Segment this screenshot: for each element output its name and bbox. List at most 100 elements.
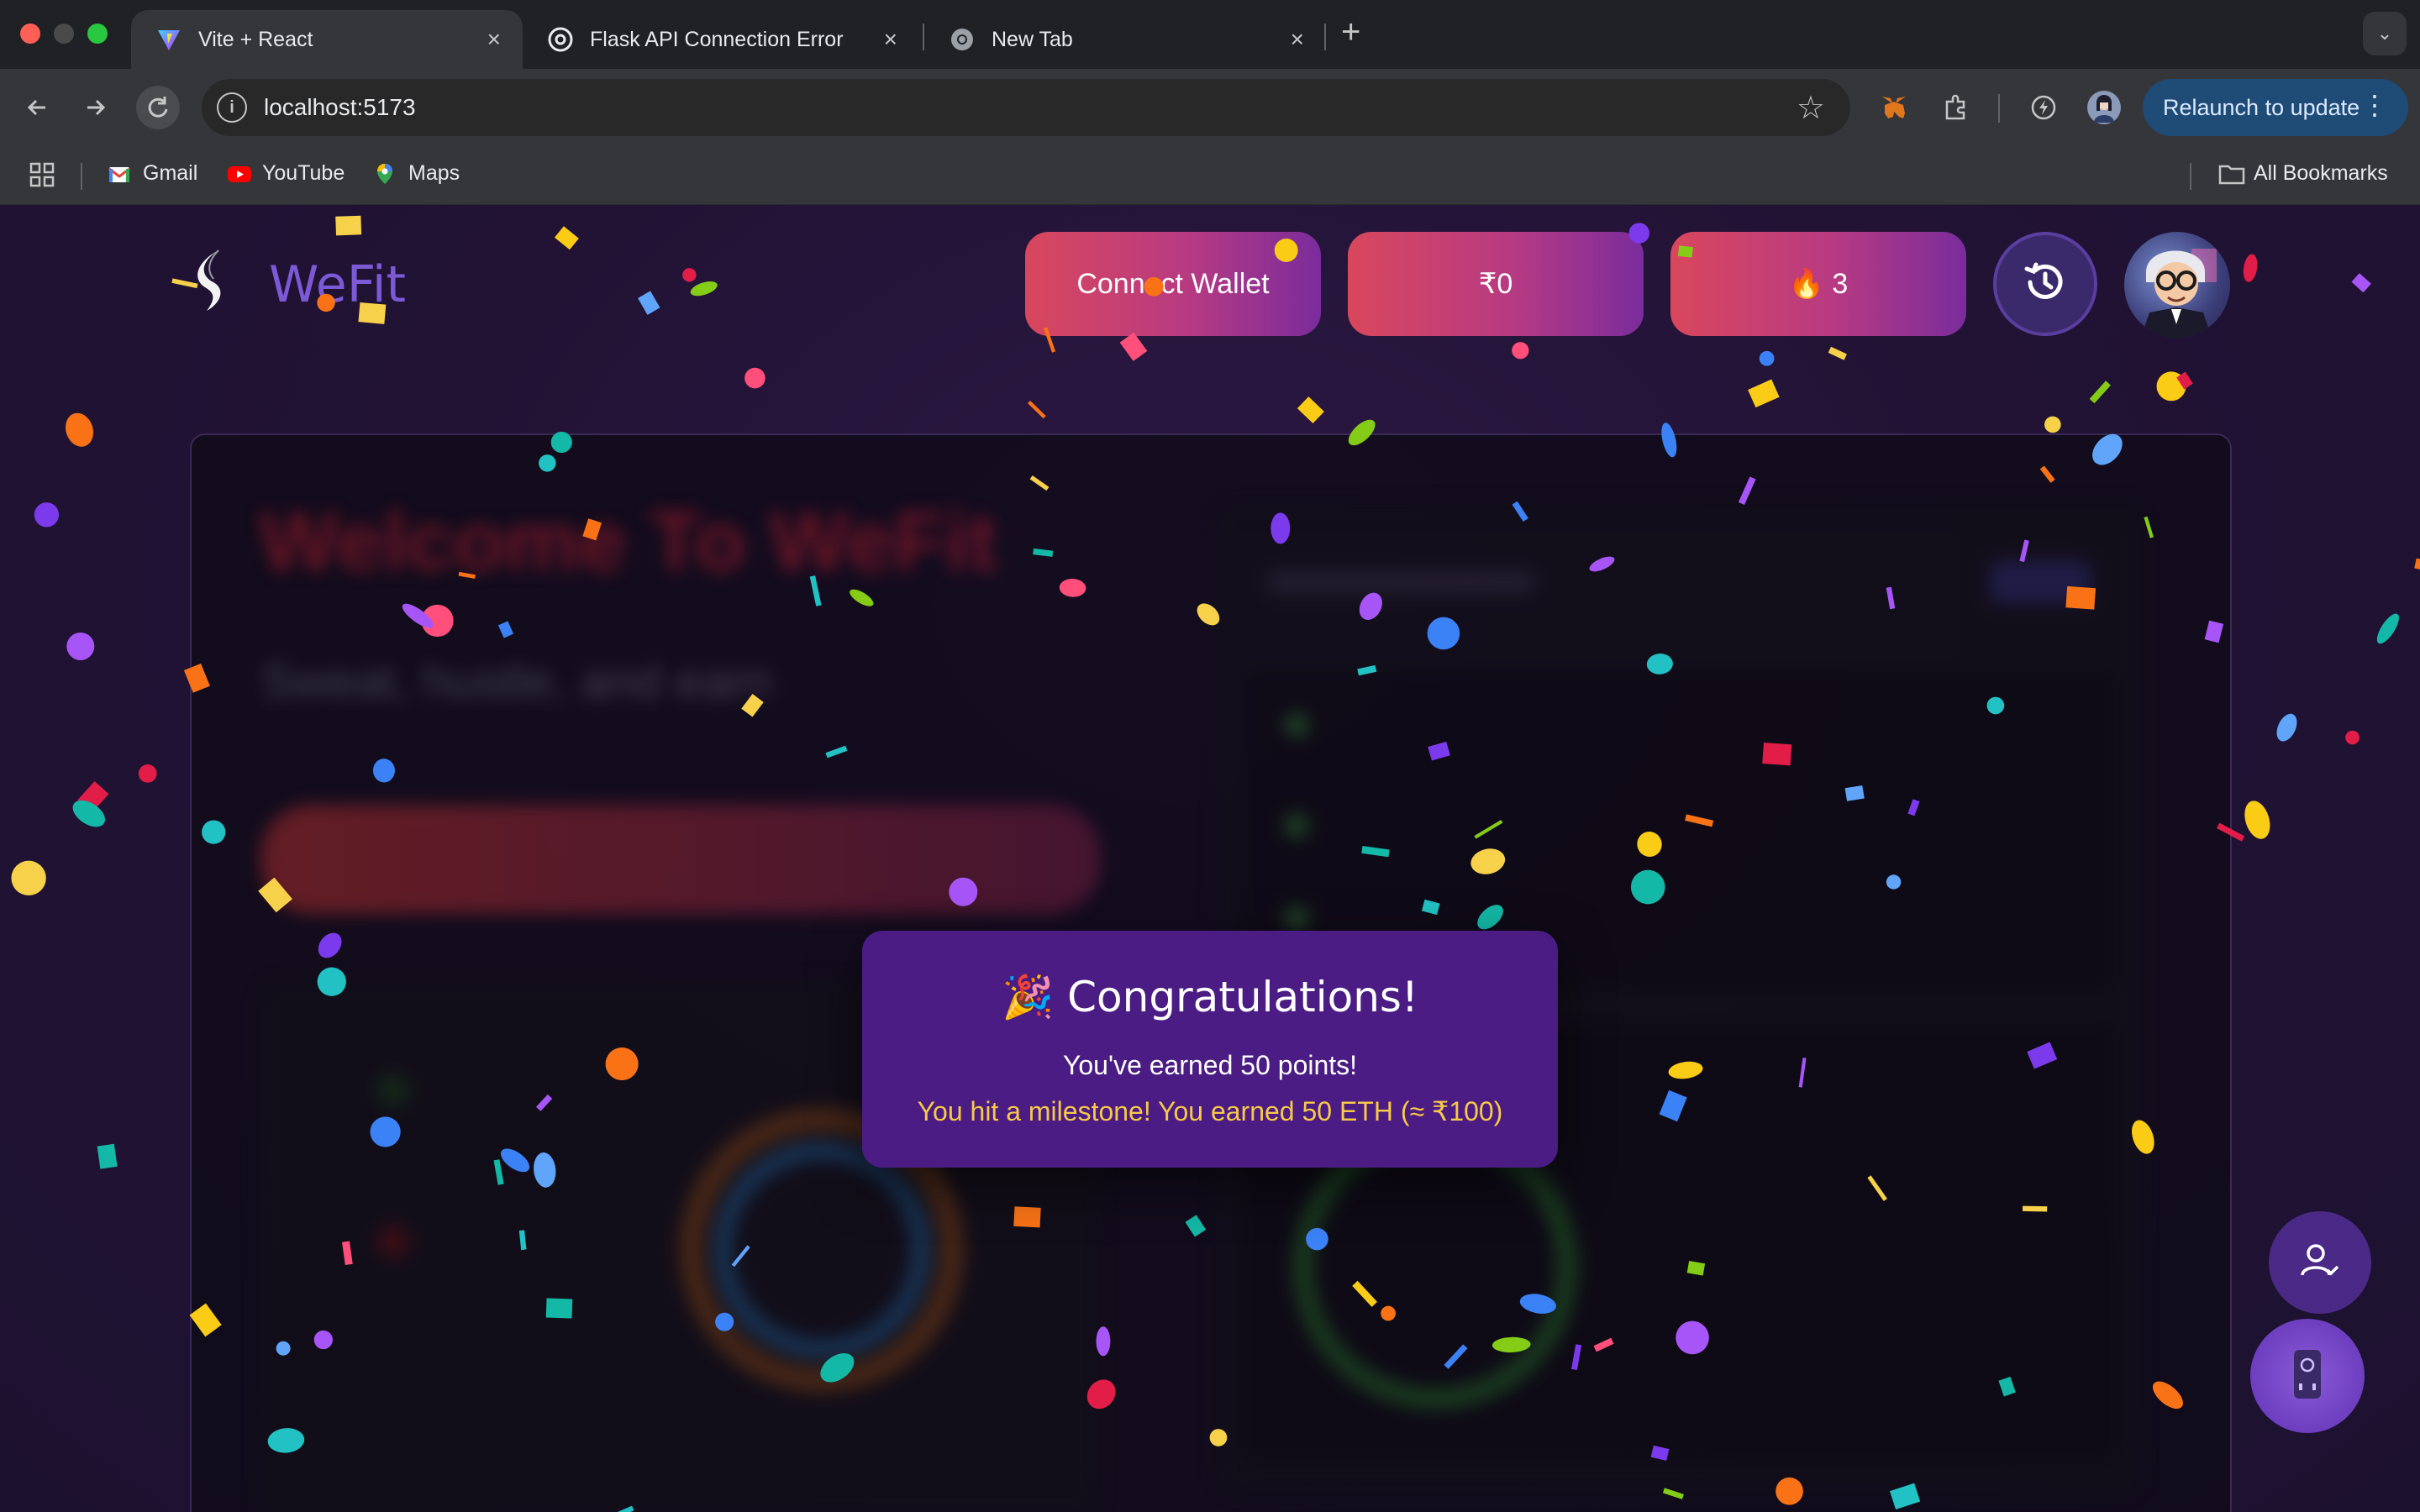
apps-grid-icon[interactable] [29,161,55,188]
bookmark-label: Gmail [143,161,198,185]
tab-title: New Tab [992,27,1073,51]
brand-name[interactable]: WeFit [269,255,406,314]
wefit-page: WeFit Connect Wallet ₹0 🔥 3 Welcome To W… [0,205,2420,1512]
reload-icon[interactable] [136,86,180,129]
browser-tab-strip: Vite + React × Flask API Connection Erro… [0,0,2420,69]
tab-divider [1324,24,1326,50]
confetti-piece [1828,346,1847,360]
vite-icon [156,27,182,52]
confetti-piece [2276,713,2297,742]
youtube-icon [227,162,251,186]
close-tab-icon[interactable]: × [1291,28,1304,51]
profile-avatar[interactable] [2087,91,2121,124]
url-text: localhost:5173 [264,94,416,120]
confetti-piece [1759,350,1775,366]
history-icon [2020,257,2070,312]
close-tab-icon[interactable]: × [884,28,897,51]
more-vert-icon[interactable]: ⋮ [2361,89,2388,121]
close-tab-icon[interactable]: × [487,28,501,51]
chatgpt-icon [548,27,573,52]
confetti-piece [2089,381,2111,404]
minimize-window-button[interactable] [54,24,74,44]
chevron-down-icon[interactable]: ⌄ [2363,12,2407,55]
tab-title: Vite + React [198,27,313,51]
tab-flask-error[interactable]: Flask API Connection Error × [523,10,919,69]
bookmark-star-icon[interactable]: ☆ [1797,89,1825,127]
balance-button[interactable]: ₹0 [1348,232,1644,336]
bookmark-divider [81,163,82,190]
confetti-piece [638,291,660,315]
connect-wallet-button[interactable]: Connect Wallet [1025,232,1321,336]
confetti-piece [77,780,109,813]
hero-title: Welcome To WeFit [259,495,997,589]
toolbar-divider [1998,94,2000,123]
confetti-piece [2156,371,2186,402]
confetti-piece [2351,273,2371,293]
metamask-icon[interactable] [1877,91,1911,124]
confetti-piece [554,226,579,250]
tab-vite-react[interactable]: Vite + React × [131,10,523,69]
confetti-piece [2176,371,2193,390]
confetti-piece [2243,254,2258,282]
confetti-piece [2044,416,2061,433]
bookmark-youtube[interactable]: YouTube [227,161,345,186]
wefit-logo-icon[interactable] [188,247,239,314]
performance-icon[interactable] [2027,91,2060,124]
confetti-piece [1748,379,1780,408]
hero-cta-button [260,805,1101,914]
confetti-piece [1119,332,1148,361]
chrome-icon [950,27,975,52]
confetti-piece [66,632,95,660]
gmail-icon [108,162,131,186]
bookmark-divider [2190,163,2191,190]
streak-button[interactable]: 🔥 3 [1670,232,1966,336]
confetti-piece [2376,613,2399,644]
confetti-piece [1512,342,1529,360]
all-bookmarks-label: All Bookmarks [2254,161,2388,185]
confetti-piece [72,800,106,827]
bookmark-label: Maps [408,161,460,185]
confetti-piece [2244,801,2270,839]
profile-fab-button[interactable] [2269,1211,2371,1314]
confetti-piece [335,215,362,236]
modal-title: 🎉 Congratulations! [1002,973,1418,1021]
confetti-piece [744,367,765,389]
address-bar[interactable]: i localhost:5173 ☆ [202,79,1850,136]
user-avatar[interactable] [2124,232,2230,338]
confetti-piece [1297,396,1324,423]
confetti-piece [97,1143,118,1169]
tab-new-tab[interactable]: New Tab × [924,10,1326,69]
site-info-icon[interactable]: i [217,92,247,123]
tab-title: Flask API Connection Error [590,27,844,51]
all-bookmarks-button[interactable]: All Bookmarks [2218,161,2388,186]
bookmark-maps[interactable]: Maps [373,161,460,186]
bookmark-gmail[interactable]: Gmail [108,161,197,186]
maximize-window-button[interactable] [87,24,108,44]
forward-icon[interactable] [74,86,118,129]
relaunch-button[interactable]: Relaunch to update ⋮ [2143,79,2408,136]
points-message: You've earned 50 points! [1062,1050,1358,1080]
extensions-icon[interactable] [1939,91,1973,124]
assistant-fab-button[interactable] [2250,1319,2365,1433]
new-tab-icon[interactable]: + [1341,13,1360,51]
relaunch-label: Relaunch to update [2163,94,2360,120]
confetti-piece [11,860,46,896]
user-check-icon [2297,1238,2343,1288]
back-icon[interactable] [15,86,59,129]
confetti-piece [138,764,157,783]
milestone-message: You hit a milestone! You earned 50 ETH (… [917,1096,1503,1126]
confetti-piece [2345,730,2360,745]
folder-icon [2218,162,2245,186]
bookmarks-bar: Gmail YouTube Maps All Bookmarks [0,146,2420,205]
maps-icon [373,162,397,186]
confetti-piece [66,412,94,447]
robot-icon [2282,1345,2333,1408]
congratulations-modal: 🎉 Congratulations! You've earned 50 poin… [862,931,1558,1168]
hero-subtitle: Sweat, hustle, and earn [260,654,773,709]
confetti-piece [682,268,697,282]
close-window-button[interactable] [20,24,40,44]
confetti-piece [2414,558,2420,571]
bookmark-label: YouTube [262,161,345,185]
history-button[interactable] [1993,232,2097,336]
confetti-piece [1028,401,1046,419]
